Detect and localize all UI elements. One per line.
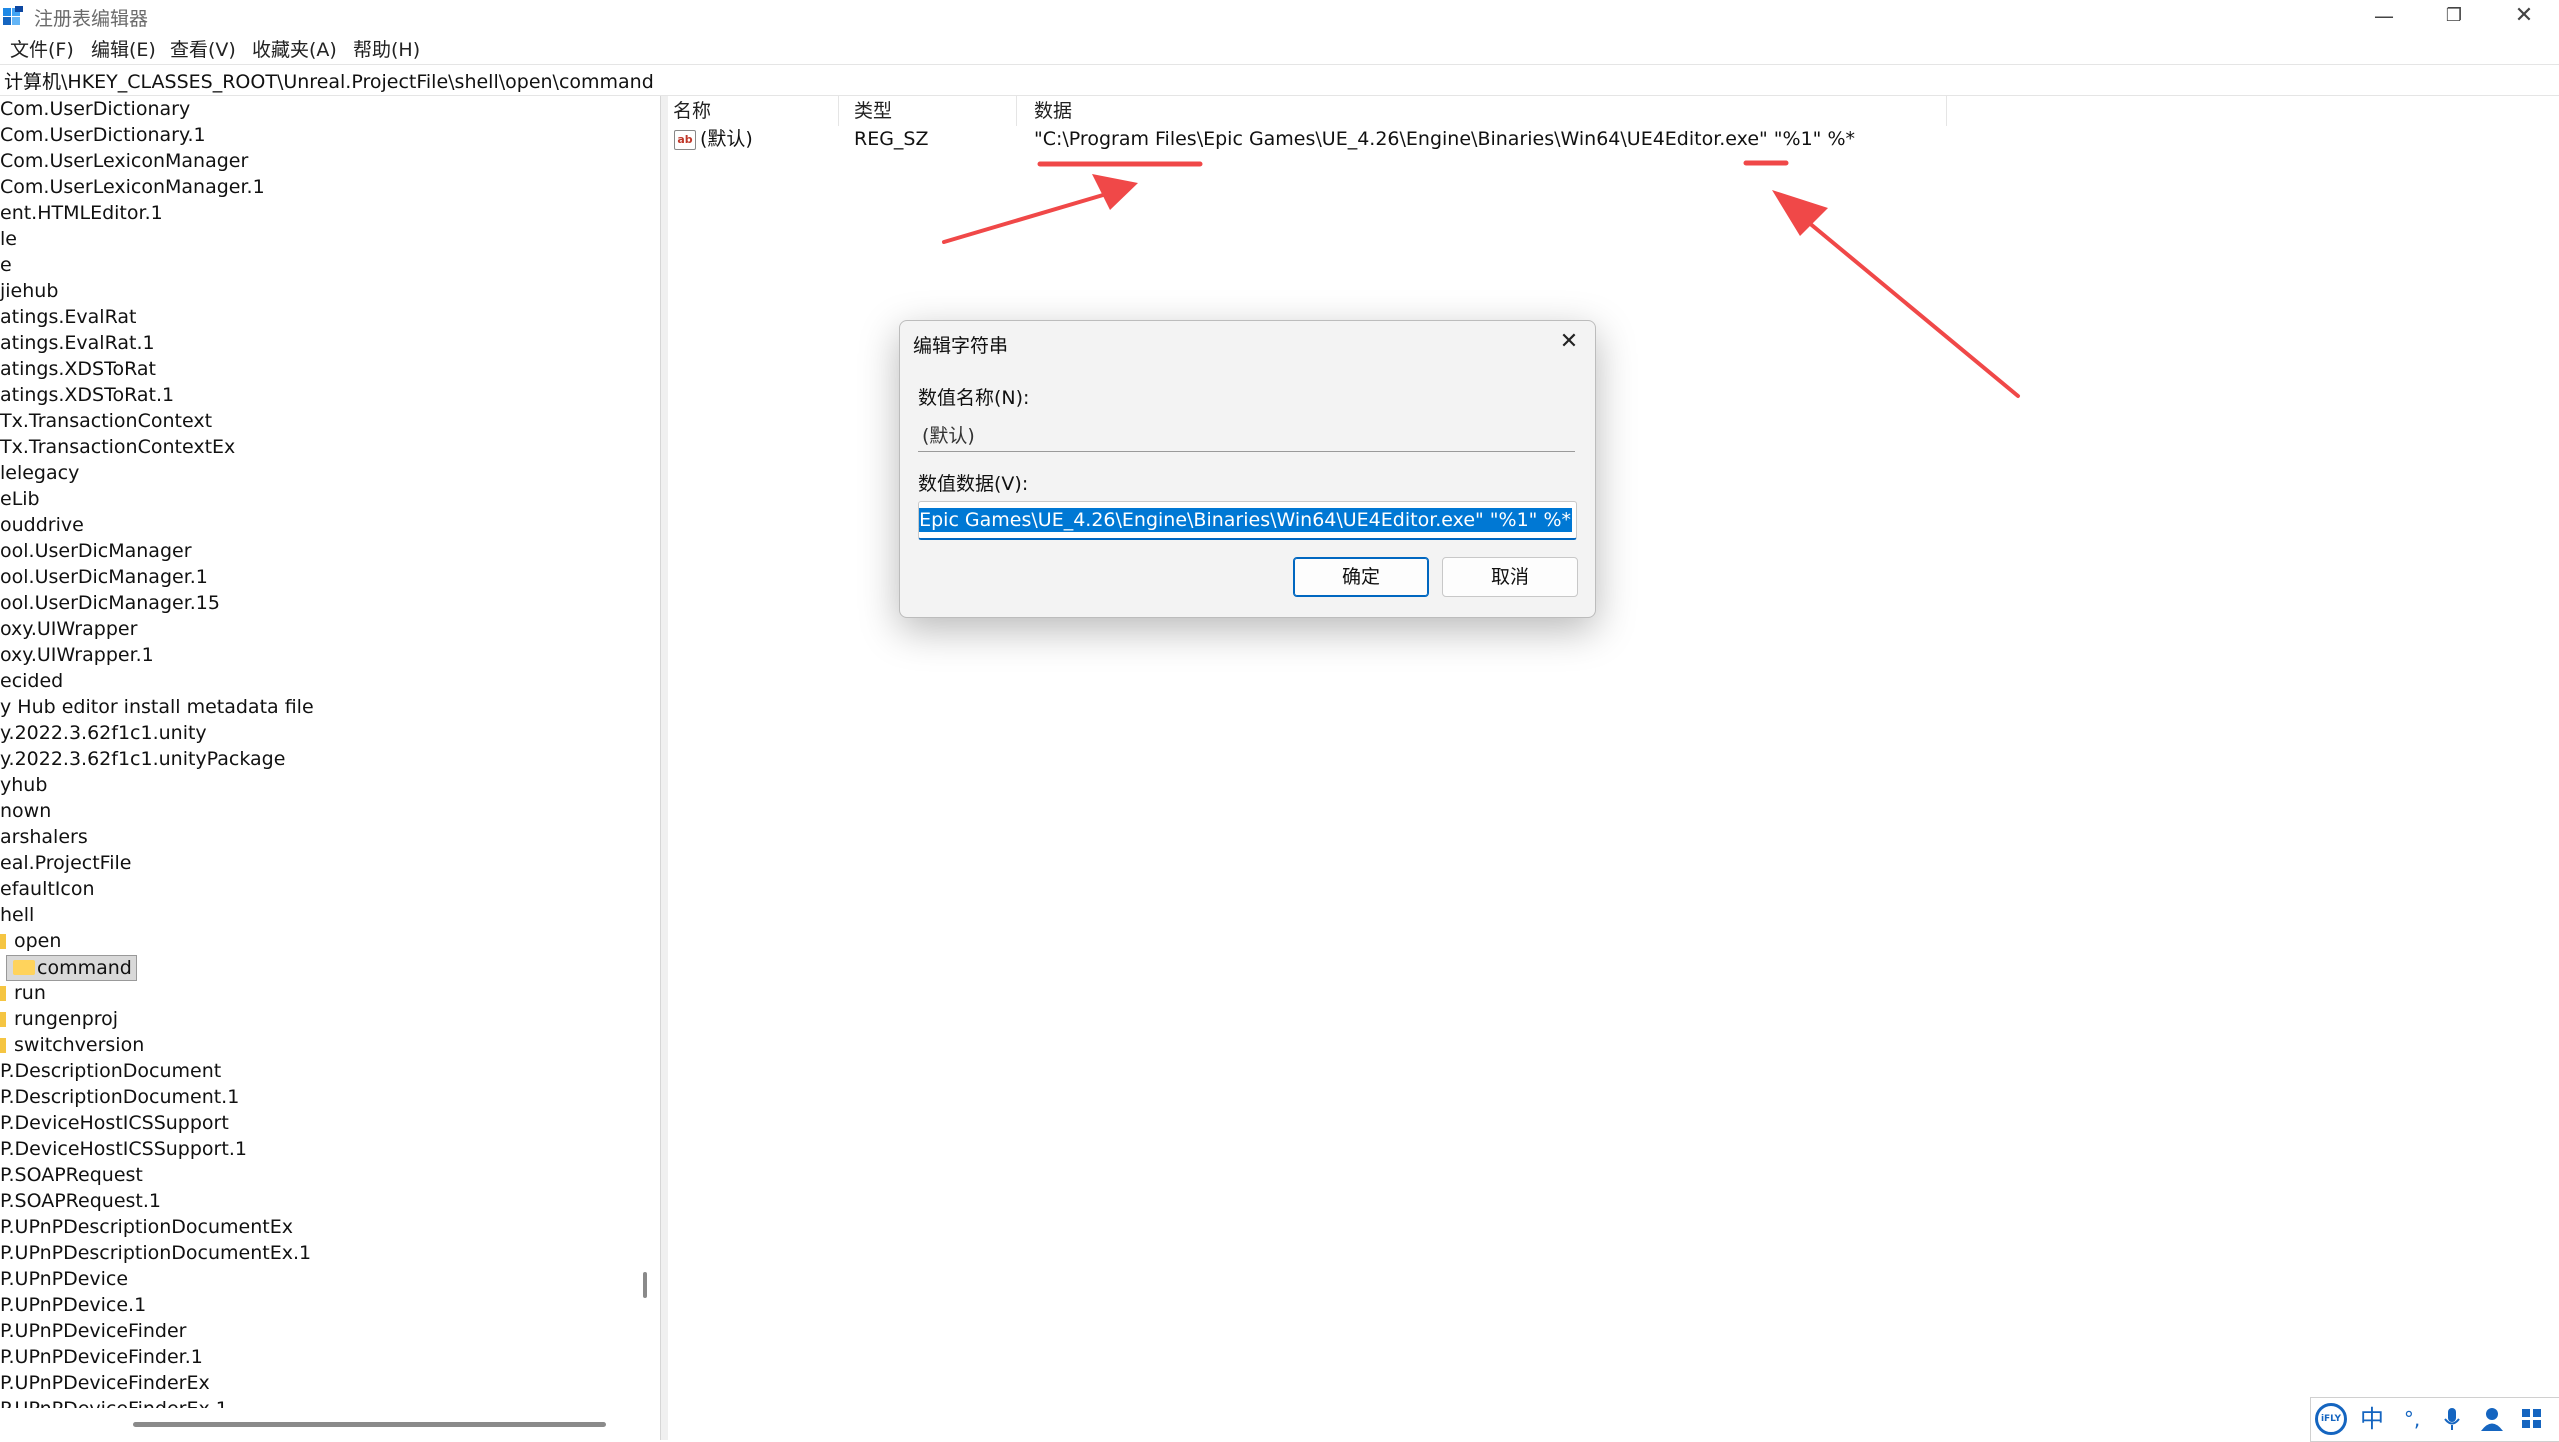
tree-item-rungenproj[interactable]: rungenproj xyxy=(0,1006,118,1032)
tree-item[interactable]: oxy.UIWrapper.1 xyxy=(0,642,154,668)
tree-item[interactable]: e xyxy=(0,252,12,278)
tree-list: Com.UserDictionary Com.UserDictionary.1 … xyxy=(0,96,635,1408)
tree-item[interactable]: P.DescriptionDocument xyxy=(0,1058,221,1084)
tree-item[interactable]: ent.HTMLEditor.1 xyxy=(0,200,163,226)
tree-item[interactable]: y.2022.3.62f1c1.unity xyxy=(0,720,207,746)
grid-icon[interactable] xyxy=(2517,1404,2547,1434)
address-path[interactable]: 计算机\HKEY_CLASSES_ROOT\Unreal.ProjectFile… xyxy=(4,67,654,94)
tree-item[interactable]: jiehub xyxy=(0,278,58,304)
value-name-label: 数值名称(N): xyxy=(918,387,1030,409)
close-window-button[interactable]: ✕ xyxy=(2489,0,2559,32)
value-data-label: 数值数据(V): xyxy=(918,473,1029,495)
tree-item[interactable]: le xyxy=(0,226,17,252)
punctuation-mode-button[interactable]: °, xyxy=(2397,1404,2427,1434)
tree-item[interactable]: P.SOAPRequest.1 xyxy=(0,1188,161,1214)
tree-item-switchversion[interactable]: switchversion xyxy=(0,1032,144,1058)
tree-item[interactable]: P.UPnPDeviceFinderEx xyxy=(0,1370,210,1396)
column-separator[interactable] xyxy=(1946,96,1947,126)
column-separator[interactable] xyxy=(1016,96,1017,126)
value-type-cell[interactable]: REG_SZ xyxy=(854,126,929,152)
title-bar: 注册表编辑器 — ❐ ✕ xyxy=(0,0,2559,32)
tree-item[interactable]: P.DeviceHostICSSupport.1 xyxy=(0,1136,247,1162)
address-bar[interactable]: 计算机\HKEY_CLASSES_ROOT\Unreal.ProjectFile… xyxy=(0,64,2559,96)
mic-icon[interactable] xyxy=(2437,1404,2467,1434)
tree-item[interactable]: P.DeviceHostICSSupport xyxy=(0,1110,229,1136)
tree-item[interactable]: ouddrive xyxy=(0,512,84,538)
tree-item[interactable]: Com.UserLexiconManager xyxy=(0,148,248,174)
tree-item[interactable]: lelegacy xyxy=(0,460,79,486)
tree-item[interactable]: ool.UserDicManager.15 xyxy=(0,590,220,616)
tree-item[interactable]: atings.XDSToRat xyxy=(0,356,156,382)
tree-item[interactable]: Com.UserLexiconManager.1 xyxy=(0,174,265,200)
tree-item[interactable]: hell xyxy=(0,902,34,928)
tree-item[interactable]: nown xyxy=(0,798,51,824)
values-pane: 名称 类型 数据 ab (默认) REG_SZ "C:\Program File… xyxy=(668,96,2559,1440)
value-data-cell[interactable]: "C:\Program Files\Epic Games\UE_4.26\Eng… xyxy=(1034,126,1855,152)
menu-view[interactable]: 查看(V) xyxy=(170,35,236,62)
cancel-button[interactable]: 取消 xyxy=(1442,557,1578,597)
tree-item[interactable]: P.UPnPDeviceFinderEx.1 xyxy=(0,1396,228,1408)
tree-item[interactable]: yhub xyxy=(0,772,47,798)
restore-button[interactable]: ❐ xyxy=(2419,0,2489,32)
tree-item[interactable]: Com.UserDictionary xyxy=(0,96,190,122)
ok-button[interactable]: 确定 xyxy=(1293,557,1429,597)
tree-item[interactable]: ool.UserDicManager.1 xyxy=(0,564,208,590)
tree-item[interactable]: P.UPnPDescriptionDocumentEx.1 xyxy=(0,1240,311,1266)
window-title: 注册表编辑器 xyxy=(34,8,149,30)
string-value-icon: ab xyxy=(674,130,696,150)
tree-item[interactable]: arshalers xyxy=(0,824,88,850)
edit-string-dialog: 编辑字符串 ✕ 数值名称(N): (默认) 数值数据(V): m Files\E… xyxy=(899,320,1596,618)
ime-toolbar: iFLY 中 °, xyxy=(2310,1397,2559,1442)
tree-item[interactable]: atings.XDSToRat.1 xyxy=(0,382,174,408)
menu-file[interactable]: 文件(F) xyxy=(10,35,74,62)
column-header-name[interactable]: 名称 xyxy=(673,98,711,124)
value-data-input[interactable]: m Files\Epic Games\UE_4.26\Engine\Binari… xyxy=(918,501,1577,540)
tree-item[interactable]: efaultIcon xyxy=(0,876,95,902)
tree-item-command-selected[interactable]: command xyxy=(6,955,137,981)
tree-item[interactable]: Tx.TransactionContextEx xyxy=(0,434,235,460)
value-data-selected-text[interactable]: m Files\Epic Games\UE_4.26\Engine\Binari… xyxy=(919,508,1572,532)
tree-item[interactable]: eal.ProjectFile xyxy=(0,850,131,876)
tree-item[interactable]: y Hub editor install metadata file xyxy=(0,694,314,720)
tree-item[interactable]: P.UPnPDeviceFinder xyxy=(0,1318,186,1344)
tree-item[interactable]: P.DescriptionDocument.1 xyxy=(0,1084,239,1110)
tree-item[interactable]: ecided xyxy=(0,668,63,694)
tree-item[interactable]: atings.EvalRat xyxy=(0,304,136,330)
ifly-logo-icon[interactable]: iFLY xyxy=(2315,1403,2347,1435)
tree-item[interactable]: Tx.TransactionContext xyxy=(0,408,212,434)
tree-item[interactable]: P.UPnPDevice xyxy=(0,1266,128,1292)
menu-edit[interactable]: 编辑(E) xyxy=(91,35,156,62)
dialog-close-button[interactable]: ✕ xyxy=(1554,327,1584,357)
tree-item[interactable]: P.UPnPDeviceFinder.1 xyxy=(0,1344,203,1370)
value-name-field: (默认) xyxy=(918,415,1575,452)
menu-favorites[interactable]: 收藏夹(A) xyxy=(252,35,337,62)
tree-item[interactable]: atings.EvalRat.1 xyxy=(0,330,155,356)
tree-item[interactable]: Com.UserDictionary.1 xyxy=(0,122,206,148)
tree-item[interactable]: y.2022.3.62f1c1.unityPackage xyxy=(0,746,285,772)
minimize-button[interactable]: — xyxy=(2349,0,2419,32)
dialog-title: 编辑字符串 xyxy=(913,335,1009,357)
tree-item[interactable]: P.SOAPRequest xyxy=(0,1162,143,1188)
user-icon[interactable] xyxy=(2477,1404,2507,1434)
tree-vertical-scrollbar[interactable] xyxy=(643,1272,647,1298)
value-name-cell[interactable]: (默认) xyxy=(700,126,753,152)
tree-item[interactable]: ool.UserDicManager xyxy=(0,538,192,564)
tree-horizontal-scrollbar[interactable] xyxy=(133,1422,606,1427)
chinese-mode-button[interactable]: 中 xyxy=(2357,1404,2387,1434)
tree-item[interactable]: eLib xyxy=(0,486,40,512)
value-name-text: (默认) xyxy=(922,425,975,447)
tree-item[interactable]: P.UPnPDevice.1 xyxy=(0,1292,146,1318)
column-header-data[interactable]: 数据 xyxy=(1034,98,1072,124)
tree-item-open[interactable]: open xyxy=(0,928,61,954)
registry-editor-icon xyxy=(3,6,23,25)
menu-help[interactable]: 帮助(H) xyxy=(353,35,420,62)
menu-bar: 文件(F) 编辑(E) 查看(V) 收藏夹(A) 帮助(H) xyxy=(0,32,2559,62)
tree-item[interactable]: oxy.UIWrapper xyxy=(0,616,137,642)
tree-item-run[interactable]: run xyxy=(0,980,46,1006)
tree-item[interactable]: P.UPnPDescriptionDocumentEx xyxy=(0,1214,293,1240)
column-header-type[interactable]: 类型 xyxy=(854,98,892,124)
tree-pane: Com.UserDictionary Com.UserDictionary.1 … xyxy=(0,96,660,1440)
column-separator[interactable] xyxy=(838,96,839,126)
